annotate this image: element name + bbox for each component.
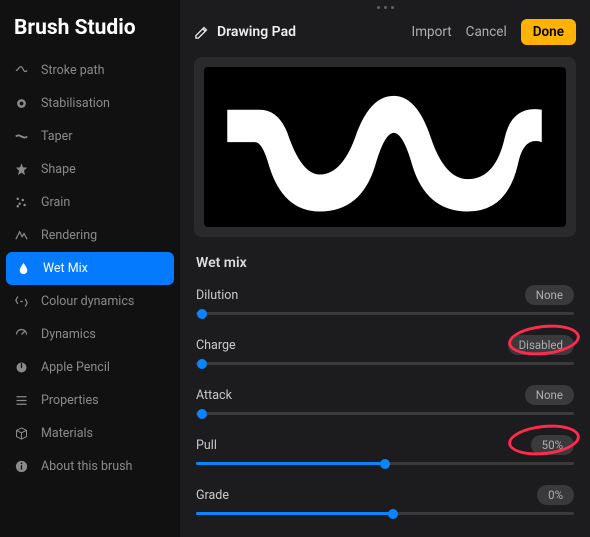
slider-value-badge[interactable]: Disabled xyxy=(508,335,574,355)
sidebar-item-taper[interactable]: Taper xyxy=(0,120,180,153)
sidebar-item-colourdyn[interactable]: Colour dynamics xyxy=(0,285,180,318)
sidebar-item-label: Taper xyxy=(41,129,72,144)
slider-thumb[interactable] xyxy=(197,309,207,319)
slider-row-dilution: Dilution None xyxy=(196,279,574,329)
slider-row-charge: Charge Disabled xyxy=(196,329,574,379)
slider-label: Grade xyxy=(196,488,229,503)
sidebar-item-label: Stroke path xyxy=(41,63,105,78)
sidebar-item-stabilisation[interactable]: Stabilisation xyxy=(0,87,180,120)
slider-value-badge[interactable]: 0% xyxy=(537,485,574,505)
about-icon xyxy=(14,459,29,474)
slider-thumb[interactable] xyxy=(380,459,390,469)
brush-preview-canvas xyxy=(204,67,566,227)
slider-fill xyxy=(196,512,393,515)
sidebar-item-label: Materials xyxy=(41,426,93,441)
sidebar-item-applepencil[interactable]: Apple Pencil xyxy=(0,351,180,384)
slider-label: Charge xyxy=(196,338,236,353)
colourdyn-icon xyxy=(14,294,29,309)
drawing-pad-label: Drawing Pad xyxy=(217,24,296,40)
slider-thumb[interactable] xyxy=(197,359,207,369)
slider-list: Dilution None Charge Disabled Attack None Pull… xyxy=(180,279,590,529)
sidebar-item-label: Apple Pencil xyxy=(41,360,110,375)
grain-icon xyxy=(14,195,29,210)
slider-track[interactable] xyxy=(196,312,574,315)
sidebar-item-label: About this brush xyxy=(41,459,132,474)
stabilisation-icon xyxy=(14,96,29,111)
app-title: Brush Studio xyxy=(0,12,180,54)
stroke-path-icon xyxy=(14,63,29,78)
done-button[interactable]: Done xyxy=(521,19,576,45)
slider-label: Pull xyxy=(196,438,217,453)
dynamics-icon xyxy=(14,327,29,342)
sidebar-item-shape[interactable]: Shape xyxy=(0,153,180,186)
materials-icon xyxy=(14,426,29,441)
slider-thumb[interactable] xyxy=(197,409,207,419)
sidebar-item-rendering[interactable]: Rendering xyxy=(0,219,180,252)
slider-value-badge[interactable]: None xyxy=(525,285,574,305)
sidebar-item-label: Rendering xyxy=(41,228,97,243)
slider-thumb[interactable] xyxy=(388,509,398,519)
sidebar: Brush Studio Stroke path Stabilisation Tap… xyxy=(0,0,180,537)
sidebar-item-label: Colour dynamics xyxy=(41,294,134,309)
rendering-icon xyxy=(14,228,29,243)
sidebar-item-stroke-path[interactable]: Stroke path xyxy=(0,54,180,87)
drawing-pad-button[interactable]: Drawing Pad xyxy=(194,24,296,40)
sidebar-nav: Stroke path Stabilisation Taper Shape Grain R… xyxy=(0,54,180,483)
sidebar-item-grain[interactable]: Grain xyxy=(0,186,180,219)
slider-value-badge[interactable]: 50% xyxy=(531,435,574,455)
sidebar-item-label: Dynamics xyxy=(41,327,96,342)
section-title: Wet mix xyxy=(180,237,590,279)
slider-track[interactable] xyxy=(196,362,574,365)
taper-icon xyxy=(14,129,29,144)
sidebar-item-about[interactable]: About this brush xyxy=(0,450,180,483)
sidebar-item-label: Properties xyxy=(41,393,99,408)
header: Drawing Pad Import Cancel Done xyxy=(180,13,590,57)
slider-fill xyxy=(196,462,385,465)
sidebar-item-materials[interactable]: Materials xyxy=(0,417,180,450)
drag-handle-icon[interactable] xyxy=(180,0,590,13)
sidebar-item-label: Wet Mix xyxy=(43,261,88,276)
brush-preview[interactable] xyxy=(194,57,576,237)
cancel-button[interactable]: Cancel xyxy=(466,24,507,40)
sidebar-item-properties[interactable]: Properties xyxy=(0,384,180,417)
main-panel: Drawing Pad Import Cancel Done Wet mix D… xyxy=(180,0,590,537)
slider-label: Dilution xyxy=(196,288,238,303)
wetmix-icon xyxy=(16,261,31,276)
edit-icon xyxy=(194,25,209,40)
slider-row-grade: Grade 0% xyxy=(196,479,574,529)
import-button[interactable]: Import xyxy=(412,24,452,40)
slider-value-badge[interactable]: None xyxy=(525,385,574,405)
applepencil-icon xyxy=(14,360,29,375)
properties-icon xyxy=(14,393,29,408)
sidebar-item-label: Shape xyxy=(41,162,76,177)
slider-row-pull: Pull 50% xyxy=(196,429,574,479)
slider-track[interactable] xyxy=(196,512,574,515)
slider-track[interactable] xyxy=(196,412,574,415)
sidebar-item-label: Stabilisation xyxy=(41,96,110,111)
sidebar-item-dynamics[interactable]: Dynamics xyxy=(0,318,180,351)
slider-track[interactable] xyxy=(196,462,574,465)
shape-icon xyxy=(14,162,29,177)
sidebar-item-wetmix[interactable]: Wet Mix xyxy=(6,252,174,285)
slider-row-attack: Attack None xyxy=(196,379,574,429)
slider-label: Attack xyxy=(196,388,232,403)
sidebar-item-label: Grain xyxy=(41,195,70,210)
